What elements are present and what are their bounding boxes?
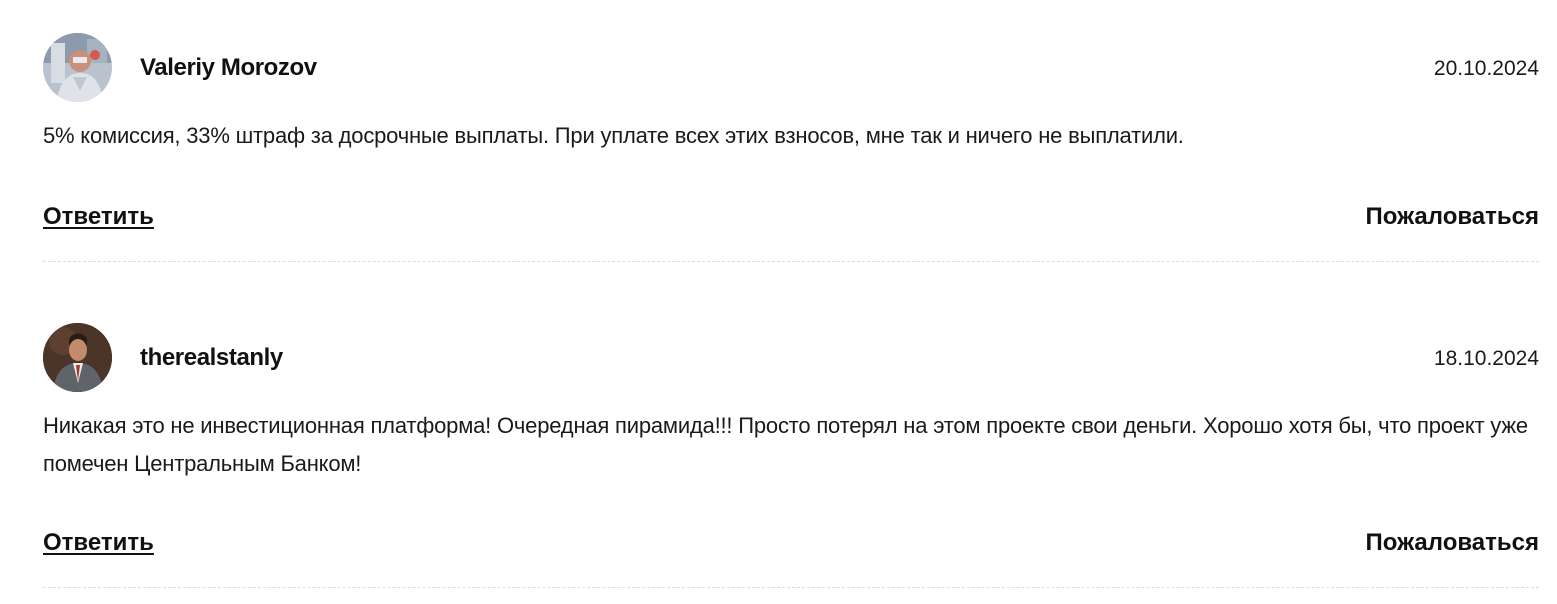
comment-divider xyxy=(43,587,1539,588)
avatar[interactable] xyxy=(43,33,112,102)
comment-item: therealstanly 18.10.2024 Никакая это не … xyxy=(43,323,1539,588)
comments-list: Valeriy Morozov 20.10.2024 5% комиссия, … xyxy=(0,0,1557,604)
comment-date: 18.10.2024 xyxy=(1433,347,1539,370)
comment-header: Valeriy Morozov 20.10.2024 xyxy=(43,33,1539,103)
comment-text: Никакая это не инвестиционная платформа!… xyxy=(43,413,1528,476)
user-photo-avatar-icon xyxy=(43,323,112,392)
comment-date: 20.10.2024 xyxy=(1433,57,1539,80)
comment-actions: Ответить Пожаловаться xyxy=(43,203,1539,233)
comment-actions: Ответить Пожаловаться xyxy=(43,529,1539,559)
comment-divider xyxy=(43,261,1539,262)
avatar[interactable] xyxy=(43,323,112,392)
reply-link[interactable]: Ответить xyxy=(43,529,154,557)
report-link[interactable]: Пожаловаться xyxy=(1366,529,1539,557)
comment-header: therealstanly 18.10.2024 xyxy=(43,323,1539,393)
comment-item: Valeriy Morozov 20.10.2024 5% комиссия, … xyxy=(43,33,1539,262)
comment-author: therealstanly xyxy=(140,344,283,371)
report-link[interactable]: Пожаловаться xyxy=(1366,203,1539,231)
reply-link[interactable]: Ответить xyxy=(43,203,154,231)
comment-author: Valeriy Morozov xyxy=(140,54,317,81)
comment-text: 5% комиссия, 33% штраф за досрочные выпл… xyxy=(43,123,1184,148)
user-photo-avatar-icon xyxy=(43,33,112,102)
